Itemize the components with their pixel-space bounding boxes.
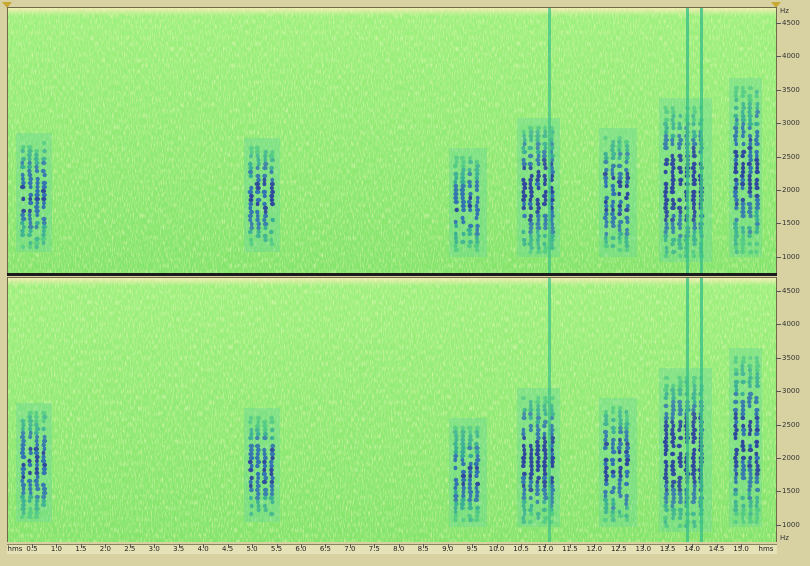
time-tick-label: 12.0 bbox=[586, 545, 603, 553]
time-tick-label: 10.5 bbox=[513, 545, 529, 553]
freq-tick-label: 2500 bbox=[782, 152, 800, 161]
hz-unit-label-top: Hz bbox=[780, 7, 789, 15]
time-tick-label: 5.0 bbox=[246, 545, 258, 553]
freq-tick-label: 4500 bbox=[782, 19, 800, 27]
freq-tick bbox=[776, 223, 781, 225]
time-tick-label: 3.5 bbox=[173, 545, 185, 553]
time-tick-label: 11.0 bbox=[537, 545, 554, 553]
hz-unit-label-bottom: Hz bbox=[780, 534, 789, 542]
time-tick-label: 3.0 bbox=[148, 545, 160, 553]
time-tick-label: 2.5 bbox=[124, 545, 136, 553]
freq-tick bbox=[776, 391, 781, 393]
freq-tick-label: 2000 bbox=[782, 454, 800, 462]
freq-tick bbox=[776, 291, 781, 292]
time-tick-label: 10.0 bbox=[488, 545, 505, 553]
time-tick-label: 1.0 bbox=[50, 545, 63, 553]
freq-tick-label: 4500 bbox=[782, 287, 800, 295]
time-tick-label: 11.5 bbox=[562, 545, 578, 553]
freq-tick-label: 3000 bbox=[782, 387, 800, 396]
time-tick-label: 0.5 bbox=[26, 545, 38, 553]
spectrogram-image bbox=[8, 8, 776, 273]
freq-tick bbox=[776, 56, 781, 58]
freq-tick bbox=[776, 156, 781, 158]
time-tick-label: 13.0 bbox=[635, 545, 652, 553]
spectral-view[interactable]: 4500 4000 3500 3000 2500 2000 1500 1000 4500 400… bbox=[0, 0, 810, 566]
freq-tick bbox=[776, 190, 781, 191]
frequency-scale-left: 4500 4000 3500 3000 2500 2000 1500 1000 bbox=[776, 7, 810, 272]
time-tick-label: 4.5 bbox=[222, 545, 234, 553]
time-tick-label: 14.5 bbox=[708, 545, 725, 553]
spectrogram-channel-right[interactable] bbox=[7, 277, 777, 543]
time-ruler[interactable]: hms hms 0.5 1.0 1.5 2.0 2.5 3.0 3.5 4.0 4.5 5.0 5.… bbox=[0, 542, 810, 566]
time-unit-label-right: hms bbox=[758, 545, 774, 553]
time-tick-label: 8.0 bbox=[393, 545, 405, 553]
freq-tick-label: 3500 bbox=[782, 353, 800, 362]
freq-tick bbox=[776, 491, 781, 493]
freq-tick bbox=[776, 458, 781, 459]
freq-tick-label: 1500 bbox=[782, 219, 800, 228]
time-tick-label: 5.5 bbox=[270, 545, 283, 553]
time-tick-label: 13.5 bbox=[659, 545, 676, 553]
time-tick-label: 9.5 bbox=[466, 545, 478, 553]
freq-tick-label: 2000 bbox=[782, 186, 800, 194]
time-tick-label: 4.0 bbox=[197, 545, 209, 553]
time-tick-label: 6.5 bbox=[319, 545, 331, 553]
freq-tick bbox=[776, 424, 781, 426]
time-tick-label: 7.5 bbox=[368, 545, 380, 553]
freq-tick-label: 4000 bbox=[782, 320, 800, 329]
time-tick-label: 1.5 bbox=[75, 545, 87, 553]
freq-tick-label: 1500 bbox=[782, 487, 800, 496]
freq-tick bbox=[776, 23, 781, 24]
time-tick-label: 14.0 bbox=[684, 545, 700, 553]
freq-tick bbox=[776, 89, 781, 91]
freq-tick-label: 3000 bbox=[782, 119, 800, 128]
time-tick-label: 8.5 bbox=[417, 545, 429, 553]
freq-tick-label: 4000 bbox=[782, 52, 800, 61]
freq-tick bbox=[776, 256, 781, 258]
time-unit-label-left: hms bbox=[7, 545, 23, 553]
time-tick-label: 15.0 bbox=[733, 545, 749, 553]
freq-tick-label: 2500 bbox=[782, 420, 800, 429]
time-tick-label: 12.5 bbox=[611, 545, 627, 553]
time-tick-label: 6.0 bbox=[295, 545, 307, 553]
channel-divider[interactable] bbox=[7, 273, 777, 276]
freq-tick bbox=[776, 123, 781, 125]
frequency-scale-right: 4500 4000 3500 3000 2500 2000 1500 1000 bbox=[776, 277, 810, 541]
freq-tick bbox=[776, 524, 781, 526]
spectrogram-image bbox=[8, 278, 776, 542]
freq-tick bbox=[776, 324, 781, 326]
freq-tick-label: 1000 bbox=[782, 252, 800, 261]
time-tick-label: 2.0 bbox=[99, 545, 111, 553]
freq-tick-label: 3500 bbox=[782, 85, 800, 94]
freq-tick-label: 1000 bbox=[782, 520, 800, 529]
time-tick-label: 7.0 bbox=[344, 545, 356, 553]
time-tick-label: 9.0 bbox=[442, 545, 454, 553]
spectrogram-channel-left[interactable] bbox=[7, 7, 777, 274]
freq-tick bbox=[776, 357, 781, 359]
